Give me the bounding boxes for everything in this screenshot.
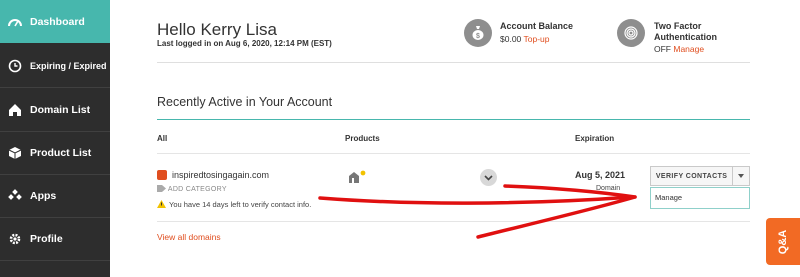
top-up-link[interactable]: Top-up [524,34,550,44]
add-category-button[interactable]: ADD CATEGORY [157,185,227,193]
two-factor-label-line1: Two Factor [654,21,702,31]
sidebar-item-domain-list[interactable]: Domain List [0,89,110,132]
divider [157,153,750,154]
expiration-date: Aug 5, 2021 [575,170,626,180]
sidebar-item-dashboard[interactable]: Dashboard [0,0,110,43]
chevron-down-icon [484,174,493,181]
sidebar-item-label: Apps [30,190,57,202]
accent-divider [157,119,750,120]
dashboard-page: Dashboard Expiring / Expired Domain List… [0,0,800,277]
domain-logo-icon [157,170,167,180]
sidebar-item-apps[interactable]: Apps [0,175,110,218]
action-dropdown-toggle[interactable] [732,167,749,185]
two-factor-manage-link[interactable]: Manage [673,44,704,54]
sidebar-item-profile[interactable]: Profile [0,218,110,261]
speedometer-icon [8,15,22,29]
fingerprint-icon [617,19,645,47]
home-icon [8,103,22,117]
domain-name-link[interactable]: inspiredtosingagain.com [172,170,269,180]
clock-icon [8,59,22,73]
verify-contacts-split-button: VERIFY CONTACTS [650,166,750,186]
account-balance-value: $0.00 Top-up [500,34,550,44]
dropdown-item-manage[interactable]: Manage [655,193,749,202]
greeting-title: Hello Kerry Lisa [157,20,277,39]
sidebar-item-label: Domain List [30,104,91,116]
sidebar-item-label: Product List [30,147,92,159]
caret-down-icon [738,174,745,178]
qa-tab[interactable]: Q&A [766,218,800,265]
sidebar-item-label: Expiring / Expired [30,61,107,71]
balance-amount: $0.00 [500,34,522,44]
sidebar: Dashboard Expiring / Expired Domain List… [0,0,110,277]
column-header-products: Products [345,134,380,143]
view-all-domains-link[interactable]: View all domains [157,232,221,242]
add-category-label: ADD CATEGORY [167,186,227,193]
gear-icon [8,232,22,246]
warning-text: You have 14 days left to verify contact … [169,200,312,209]
divider [157,62,750,63]
box-icon [8,146,22,160]
action-dropdown-menu: Manage [650,187,750,209]
expand-row-button[interactable] [480,169,497,186]
two-factor-value: OFF Manage [654,44,704,54]
tag-icon [157,185,166,192]
sidebar-item-expiring[interactable]: Expiring / Expired [0,45,110,88]
section-title: Recently Active in Your Account [157,95,333,109]
verify-warning: You have 14 days left to verify contact … [157,200,311,209]
warning-icon [157,200,166,208]
account-balance-label: Account Balance [500,21,574,31]
sidebar-item-label: Profile [30,233,63,245]
verify-contacts-button[interactable]: VERIFY CONTACTS [651,167,732,185]
two-factor-status: OFF [654,44,671,54]
expiration-type: Domain [596,185,621,192]
column-header-all: All [157,134,168,143]
product-hosting-icon[interactable] [348,170,366,189]
last-logged-text: Last logged in on Aug 6, 2020, 12:14 PM … [157,39,332,48]
money-bag-icon: $ [464,19,492,47]
sidebar-item-label: Dashboard [30,15,85,28]
column-header-expiration: Expiration [575,134,615,143]
apps-icon [8,189,22,203]
svg-text:$: $ [476,33,480,40]
sidebar-item-product-list[interactable]: Product List [0,132,110,175]
divider [157,221,750,222]
qa-tab-label: Q&A [776,229,789,254]
two-factor-label-line2: Authentication [654,32,717,42]
